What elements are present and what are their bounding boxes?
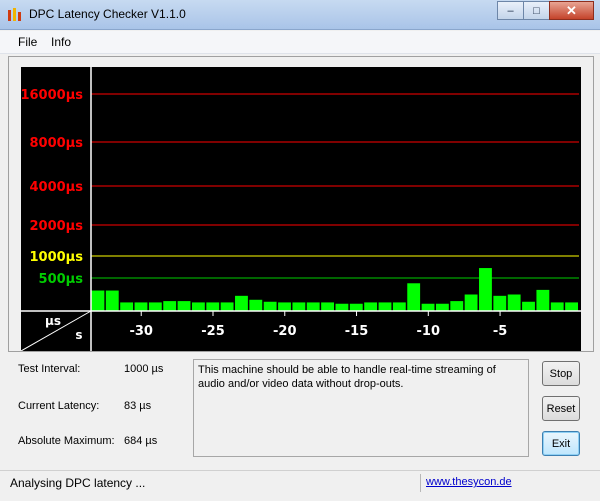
latency-bar	[522, 301, 535, 311]
latency-bar	[378, 302, 392, 311]
x-tick-label: -30	[129, 324, 153, 339]
latency-bar	[120, 302, 134, 311]
menu-info[interactable]: Info	[51, 35, 71, 49]
title-bar: DPC Latency Checker V1.1.0 – □ ✕	[0, 0, 600, 30]
latency-bar	[493, 295, 507, 311]
latency-bar	[464, 294, 478, 311]
latency-bar	[392, 302, 406, 311]
latency-bar	[550, 302, 564, 311]
latency-chart: 16000µs 8000µs 4000µs 2000µs 1000µs 500µs µss -…	[21, 67, 581, 351]
latency-bar	[105, 290, 119, 311]
latency-bar	[435, 303, 449, 311]
latency-bar	[91, 290, 105, 311]
current-latency-label: Current Latency:	[18, 400, 100, 412]
window-controls: – □ ✕	[497, 1, 594, 20]
stop-button[interactable]: Stop	[542, 361, 580, 386]
menu-file[interactable]: File	[18, 35, 37, 49]
reset-button[interactable]: Reset	[542, 396, 580, 421]
test-interval-label: Test Interval:	[18, 363, 81, 375]
latency-bar	[235, 295, 248, 311]
latency-bar	[450, 301, 464, 311]
status-message-box: This machine should be able to handle re…	[193, 359, 529, 457]
status-text: Analysing DPC latency ...	[10, 476, 146, 490]
latency-bar	[407, 283, 421, 311]
latency-bar	[565, 302, 578, 311]
y-tick-label: 4000µs	[30, 180, 84, 195]
maximize-button[interactable]: □	[523, 1, 550, 20]
latency-bar	[148, 302, 162, 311]
x-tick-label: -5	[493, 324, 507, 339]
y-unit-label: µs	[45, 314, 61, 328]
latency-bar	[134, 302, 148, 311]
test-interval-value: 1000 µs	[124, 363, 164, 375]
absolute-maximum-value: 684 µs	[124, 435, 158, 447]
x-tick-label: -10	[417, 324, 441, 339]
y-tick-label: 1000µs	[30, 250, 84, 265]
window-title: DPC Latency Checker V1.1.0	[29, 7, 186, 21]
x-unit-label: s	[75, 328, 82, 342]
latency-bar	[364, 302, 378, 311]
x-tick-label: -25	[201, 324, 225, 339]
latency-bar	[263, 301, 277, 311]
latency-bar	[177, 301, 191, 311]
y-tick-label: 8000µs	[30, 136, 84, 151]
y-tick-label: 500µs	[39, 272, 84, 287]
minimize-button[interactable]: –	[497, 1, 524, 20]
latency-bar	[206, 302, 220, 311]
close-button[interactable]: ✕	[549, 1, 594, 20]
x-tick-label: -15	[345, 324, 369, 339]
latency-bar	[536, 289, 550, 311]
latency-bar	[479, 268, 492, 311]
exit-button[interactable]: Exit	[542, 431, 580, 456]
latency-bar	[163, 301, 177, 311]
latency-bar	[335, 303, 349, 311]
latency-bar	[306, 302, 320, 311]
menu-bar: File Info	[0, 31, 600, 54]
current-latency-value: 83 µs	[124, 400, 152, 412]
latency-bar	[349, 303, 363, 311]
latency-bar	[278, 302, 291, 311]
app-icon	[8, 8, 21, 21]
status-divider	[420, 474, 421, 492]
status-bar: Analysing DPC latency ... www.thesycon.d…	[0, 470, 600, 501]
latency-bar	[191, 302, 205, 311]
latency-bar	[507, 294, 521, 311]
x-tick-label: -20	[273, 324, 297, 339]
website-link[interactable]: www.thesycon.de	[426, 476, 512, 488]
latency-bar	[220, 302, 234, 311]
latency-bar	[292, 302, 306, 311]
y-tick-label: 16000µs	[21, 88, 83, 103]
latency-bar	[421, 303, 435, 311]
y-tick-label: 2000µs	[30, 219, 84, 234]
latency-bar	[321, 302, 334, 311]
latency-bar	[249, 299, 263, 311]
absolute-maximum-label: Absolute Maximum:	[18, 435, 115, 447]
